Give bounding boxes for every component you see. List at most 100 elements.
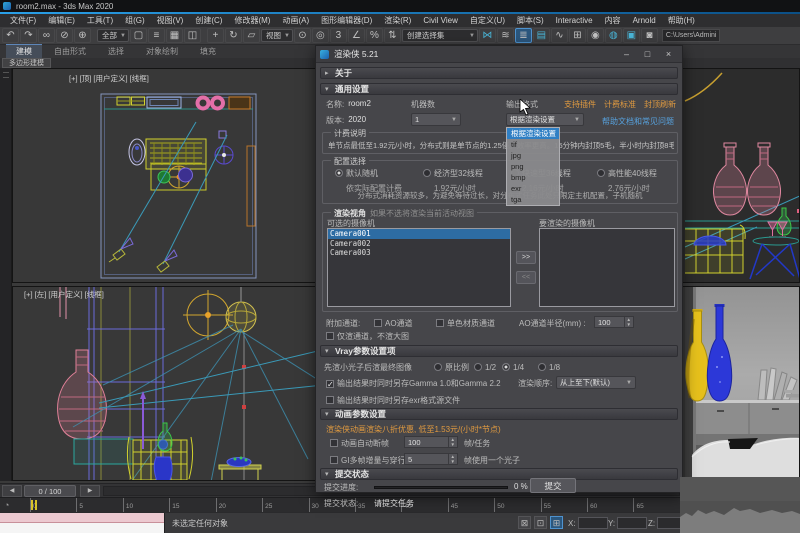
menu-item[interactable]: Arnold (627, 14, 662, 27)
menu-item[interactable]: Interactive (550, 14, 599, 27)
frame-split-spinner[interactable]: 100 ▲▼ (404, 436, 458, 448)
render-setup-icon[interactable]: ◍ (605, 28, 622, 43)
absolute-mode-icon[interactable]: ⊡ (534, 516, 547, 529)
layer-manager-icon[interactable]: ≣ (515, 28, 532, 43)
available-cameras-list[interactable]: Camera001 Camera002 Camera003 (327, 228, 511, 307)
ratio-eighth[interactable]: 1/8 (538, 362, 560, 372)
checkbox-icon[interactable] (326, 396, 334, 404)
menu-item[interactable]: 动画(A) (276, 14, 315, 27)
menu-item[interactable]: 内容 (599, 14, 627, 27)
rollout-submit[interactable]: ▾ 提交状态 (320, 468, 678, 480)
ribbon-tab-populate[interactable]: 填充 (190, 45, 226, 58)
select-object-icon[interactable]: ▢ (130, 28, 147, 43)
gi-increment-checkbox[interactable]: GI多帧增量与穿行 (330, 455, 405, 466)
format-option[interactable]: jpg (507, 150, 559, 161)
format-option[interactable]: 根据渲染设置 (507, 128, 559, 139)
checkbox-icon[interactable] (374, 319, 382, 327)
gi-increment-spinner[interactable]: 5 ▲▼ (404, 453, 458, 465)
use-center-icon[interactable]: ⊙ (294, 28, 311, 43)
named-selection-combo[interactable]: 创建选择集▼ (402, 29, 478, 42)
spinner-arrows-icon[interactable]: ▲▼ (448, 454, 457, 464)
select-by-name-icon[interactable]: ≡ (148, 28, 165, 43)
render-order-dropdown[interactable]: 从上至下(默认)▼ (556, 376, 636, 389)
checkbox-icon[interactable] (326, 332, 334, 340)
spinner-arrows-icon[interactable]: ▲▼ (448, 437, 457, 447)
mini-curve-editor-icon[interactable]: ◔ (4, 500, 9, 510)
menu-item[interactable]: 脚本(S) (511, 14, 550, 27)
curve-editor-icon[interactable]: ∿ (551, 28, 568, 43)
menu-item[interactable]: 图形编辑器(D) (315, 14, 378, 27)
render-cameras-list[interactable] (539, 228, 675, 307)
coord-x-field[interactable] (578, 517, 608, 529)
exr-checkbox[interactable]: 输出结果时同时另存exr格式源文件 (326, 395, 460, 406)
checkbox-icon[interactable]: ✓ (326, 380, 334, 388)
ribbon-toggle-icon[interactable]: ▤ (533, 28, 550, 43)
time-slider-handle[interactable]: 0 / 100 (24, 485, 76, 497)
next-frame-button[interactable]: ▶ (80, 485, 100, 497)
cap-refresh-link[interactable]: 封顶刷新 (644, 99, 676, 110)
rollout-animation[interactable]: ▾ 动画参数设置 (320, 408, 678, 420)
prev-frame-button[interactable]: ◀ (2, 485, 22, 497)
menu-item[interactable]: 渲染(R) (378, 14, 417, 27)
ratio-half[interactable]: 1/2 (474, 362, 496, 372)
percent-snap-icon[interactable]: % (366, 28, 383, 43)
radio-icon[interactable] (502, 363, 510, 371)
dialog-close-button[interactable]: × (659, 48, 678, 61)
gamma-checkbox[interactable]: ✓输出结果时同时另存Gamma 1.0和Gamma 2.2 (326, 378, 501, 389)
material-editor-icon[interactable]: ◉ (587, 28, 604, 43)
radio-icon[interactable] (597, 169, 605, 177)
only-channels-checkbox[interactable]: 仅渲通道，不渲大图 (326, 331, 409, 342)
window-titlebar[interactable]: room2.max - 3ds Max 2020 (0, 0, 800, 12)
mirror-icon[interactable]: ⋈ (479, 28, 496, 43)
maxscript-mini-listener[interactable] (0, 513, 165, 533)
rollout-general[interactable]: ▾ 通用设置 (320, 83, 678, 95)
spinner-snap-icon[interactable]: ⇅ (384, 28, 401, 43)
checkbox-icon[interactable] (436, 319, 444, 327)
radio-icon[interactable] (335, 169, 343, 177)
ribbon-tab-objectpaint[interactable]: 对象绘制 (136, 45, 188, 58)
camera-list-item[interactable]: Camera003 (328, 248, 510, 258)
ribbon-tab-freeform[interactable]: 自由形式 (44, 45, 96, 58)
radio-icon[interactable] (434, 363, 442, 371)
align-icon[interactable]: ≋ (497, 28, 514, 43)
reference-coordinate-dropdown[interactable]: 视图▼ (261, 29, 293, 42)
menu-item[interactable]: 帮助(H) (662, 14, 701, 27)
ribbon-tab-selection[interactable]: 选择 (98, 45, 134, 58)
camera-list-item[interactable]: Camera001 (328, 229, 510, 239)
docs-faq-link[interactable]: 帮助文档和常见问题 (602, 116, 674, 127)
rotate-icon[interactable]: ↻ (225, 28, 242, 43)
bind-spacewarp-icon[interactable]: ⊕ (74, 28, 91, 43)
viewport-front[interactable] (670, 68, 800, 283)
ratio-quarter[interactable]: 1/4 (502, 362, 524, 372)
rendered-frame-icon[interactable]: ▣ (623, 28, 640, 43)
scale-icon[interactable]: ▱ (243, 28, 260, 43)
remove-camera-button[interactable]: << (516, 271, 536, 284)
ao-radius-spinner[interactable]: 100 ▲▼ (594, 316, 634, 328)
mono-material-checkbox[interactable]: 单色材质通道 (436, 318, 495, 329)
snap-toggle-icon[interactable]: 3 (330, 28, 347, 43)
project-path-field[interactable]: C:\Users\Admini (662, 29, 721, 42)
undo-icon[interactable]: ↶ (2, 28, 19, 43)
render-icon[interactable]: ◙ (641, 28, 658, 43)
add-camera-button[interactable]: >> (516, 251, 536, 264)
ratio-original[interactable]: 原比例 (434, 362, 469, 373)
unlink-icon[interactable]: ⊘ (56, 28, 73, 43)
menu-item[interactable]: 组(G) (119, 14, 151, 27)
viewport-left-label[interactable]: [+] [左] [用户定义] [线框] (24, 289, 104, 300)
output-format-dropdown[interactable]: 根据渲染设置▼ (506, 113, 584, 126)
coord-y-field[interactable] (617, 517, 647, 529)
polygon-modeling-panel[interactable]: 多边形建模 (2, 58, 51, 68)
menu-item[interactable]: 视图(V) (151, 14, 190, 27)
format-dropdown-list[interactable]: 根据渲染设置 tif jpg png bmp exr tga (506, 127, 560, 206)
dialog-minimize-button[interactable]: – (617, 48, 636, 61)
radio-icon[interactable] (423, 169, 431, 177)
dialog-maximize-button[interactable]: □ (638, 48, 657, 61)
ribbon-tab-modeling[interactable]: 建模 (6, 44, 42, 58)
format-option[interactable]: bmp (507, 172, 559, 183)
rollout-about[interactable]: ▸ 关于 (320, 67, 678, 79)
radio-icon[interactable] (538, 363, 546, 371)
machine-count-dropdown[interactable]: 1▼ (411, 113, 461, 126)
format-option[interactable]: tif (507, 139, 559, 150)
supported-plugins-link[interactable]: 支持插件 (564, 99, 596, 110)
menu-item[interactable]: 修改器(M) (228, 14, 276, 27)
